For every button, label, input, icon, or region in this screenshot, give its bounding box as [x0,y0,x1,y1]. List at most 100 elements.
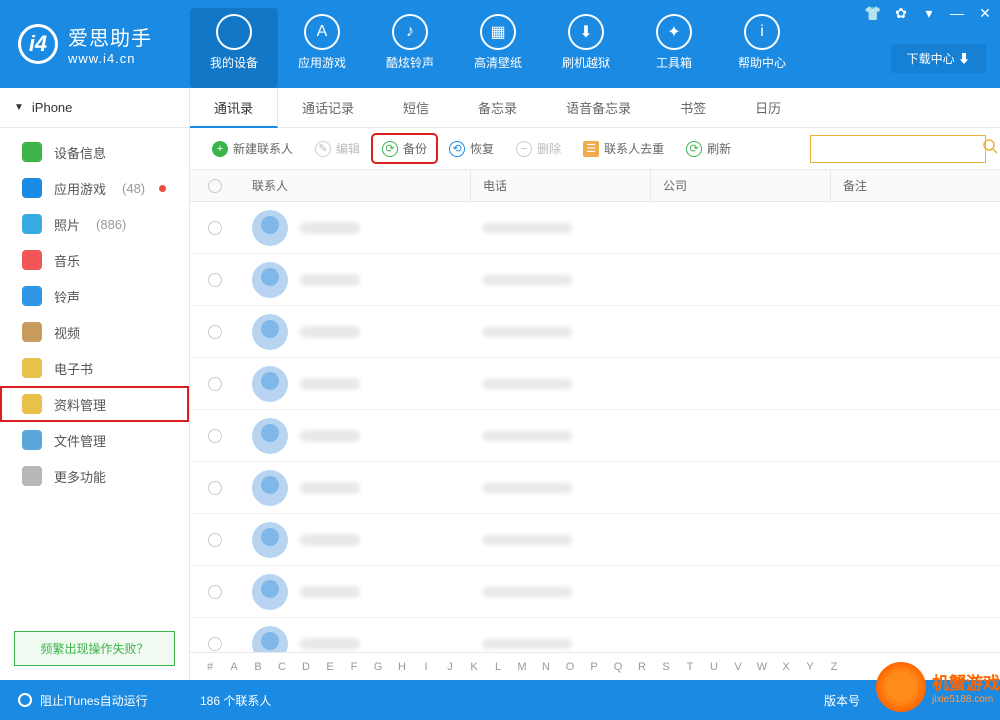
column-contact[interactable]: 联系人 [240,170,470,201]
sidebar-item-8[interactable]: 文件管理 [0,422,189,458]
table-row[interactable] [190,410,1000,462]
block-itunes-toggle[interactable]: 阻止iTunes自动运行 [18,692,148,709]
dedupe-button[interactable]: ☰ 联系人去重 [575,136,672,161]
search-icon[interactable] [982,138,998,159]
main-nav-item-2[interactable]: ♪酷炫铃声 [366,8,454,88]
column-company[interactable]: 公司 [650,170,830,201]
alpha-V[interactable]: V [728,661,748,673]
alpha-Y[interactable]: Y [800,661,820,673]
sidebar-item-7[interactable]: 资料管理 [0,386,189,422]
sidebar-item-4[interactable]: 铃声 [0,278,189,314]
search-input[interactable] [811,142,982,156]
table-row[interactable] [190,566,1000,618]
alpha-D[interactable]: D [296,661,316,673]
alpha-A[interactable]: A [224,661,244,673]
delete-label: 删除 [537,140,561,157]
device-selector[interactable]: ▼ iPhone [0,88,189,128]
sidebar-item-0[interactable]: 设备信息 [0,134,189,170]
sidebar-item-5[interactable]: 视频 [0,314,189,350]
alpha-K[interactable]: K [464,661,484,673]
contact-name-blurred [300,638,360,650]
table-row[interactable] [190,358,1000,410]
alpha-B[interactable]: B [248,661,268,673]
menu-icon[interactable]: ▾ [922,6,936,20]
alpha-S[interactable]: S [656,661,676,673]
sidebar-icon-4 [22,286,42,306]
alpha-W[interactable]: W [752,661,772,673]
operation-failed-button[interactable]: 频繁出现操作失败？ [14,631,175,666]
main-nav-item-0[interactable]: 我的设备 [190,8,278,88]
nav-label: 高清壁纸 [454,54,542,71]
row-checkbox[interactable] [208,325,222,339]
select-all-checkbox[interactable] [208,179,222,193]
table-row[interactable] [190,202,1000,254]
alpha-G[interactable]: G [368,661,388,673]
row-checkbox[interactable] [208,221,222,235]
download-center-button[interactable]: 下载中心 ⬇ [891,44,986,73]
row-checkbox[interactable] [208,481,222,495]
sub-tab-5[interactable]: 书签 [656,88,731,127]
main-nav-item-6[interactable]: i帮助中心 [718,8,806,88]
sidebar-item-2[interactable]: 照片(886) [0,206,189,242]
row-checkbox[interactable] [208,585,222,599]
row-checkbox[interactable] [208,637,222,651]
restore-button[interactable]: ⟲ 恢复 [441,136,502,161]
row-checkbox[interactable] [208,273,222,287]
alpha-Q[interactable]: Q [608,661,628,673]
alpha-L[interactable]: L [488,661,508,673]
refresh-icon: ⟳ [686,141,702,157]
refresh-button[interactable]: ⟳ 刷新 [678,136,739,161]
sidebar-item-9[interactable]: 更多功能 [0,458,189,494]
minimize-button[interactable]: — [950,6,964,20]
table-row[interactable] [190,514,1000,566]
edit-button[interactable]: ✎ 编辑 [307,136,368,161]
sidebar-item-6[interactable]: 电子书 [0,350,189,386]
delete-button[interactable]: − 删除 [508,136,569,161]
shirt-icon[interactable]: 👕 [866,6,880,20]
row-checkbox[interactable] [208,429,222,443]
phone-blurred [482,639,572,649]
alpha-C[interactable]: C [272,661,292,673]
sidebar-item-1[interactable]: 应用游戏(48) [0,170,189,206]
sub-tab-1[interactable]: 通话记录 [278,88,379,127]
alpha-O[interactable]: O [560,661,580,673]
column-phone[interactable]: 电话 [470,170,650,201]
alpha-R[interactable]: R [632,661,652,673]
sub-tab-6[interactable]: 日历 [731,88,806,127]
close-button[interactable]: ✕ [978,6,992,20]
table-row[interactable] [190,462,1000,514]
sub-tab-3[interactable]: 备忘录 [454,88,542,127]
alpha-M[interactable]: M [512,661,532,673]
table-row[interactable] [190,306,1000,358]
dedupe-icon: ☰ [583,141,599,157]
backup-button[interactable]: ⟳ 备份 [374,136,435,161]
main-nav-item-5[interactable]: ✦工具箱 [630,8,718,88]
alpha-Z[interactable]: Z [824,661,844,673]
alpha-U[interactable]: U [704,661,724,673]
settings-icon[interactable]: ✿ [894,6,908,20]
alpha-N[interactable]: N [536,661,556,673]
search-box[interactable] [810,135,986,163]
table-row[interactable] [190,618,1000,652]
alpha-E[interactable]: E [320,661,340,673]
main-nav-item-4[interactable]: ⬇刷机越狱 [542,8,630,88]
sub-tab-0[interactable]: 通讯录 [190,88,278,128]
row-checkbox[interactable] [208,533,222,547]
row-checkbox[interactable] [208,377,222,391]
alpha-T[interactable]: T [680,661,700,673]
new-contact-button[interactable]: + 新建联系人 [204,136,301,161]
sub-tab-4[interactable]: 语音备忘录 [542,88,656,127]
sidebar-item-3[interactable]: 音乐 [0,242,189,278]
alpha-J[interactable]: J [440,661,460,673]
alpha-F[interactable]: F [344,661,364,673]
alpha-H[interactable]: H [392,661,412,673]
alpha-I[interactable]: I [416,661,436,673]
column-remark[interactable]: 备注 [830,170,1000,201]
main-nav-item-1[interactable]: A应用游戏 [278,8,366,88]
sub-tab-2[interactable]: 短信 [379,88,454,127]
alpha-#[interactable]: # [200,661,220,673]
alpha-P[interactable]: P [584,661,604,673]
main-nav-item-3[interactable]: ▦高清壁纸 [454,8,542,88]
table-row[interactable] [190,254,1000,306]
alpha-X[interactable]: X [776,661,796,673]
